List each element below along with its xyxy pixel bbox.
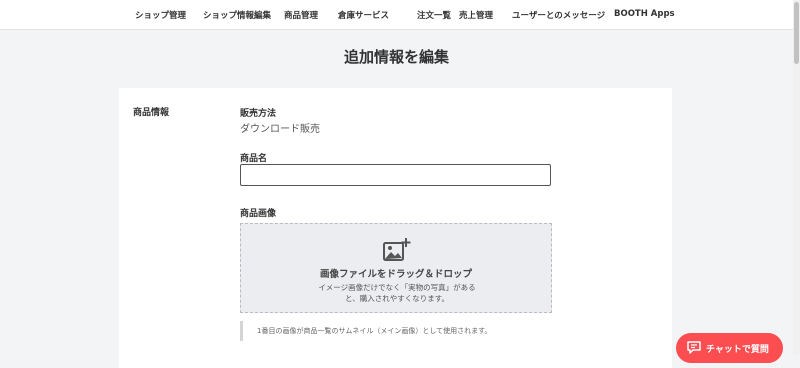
top-navigation: ショップ管理 ショップ情報編集 商品管理 倉庫サービス 注文一覧 売上管理 ユー… <box>0 0 793 30</box>
product-image-label: 商品画像 <box>240 209 277 219</box>
product-name-input[interactable] <box>240 164 551 186</box>
nav-item-order-list[interactable]: 注文一覧 <box>417 9 451 21</box>
dropzone-description: イメージ画像だけでなく「実物の写真」があると、購入されやすくなります。 <box>318 283 476 303</box>
chat-button-label: チャットで質問 <box>706 345 769 355</box>
scrollbar-thumb[interactable] <box>794 2 799 64</box>
nav-item-shop-info-edit[interactable]: ショップ情報編集 <box>203 9 271 21</box>
page-scrollbar[interactable] <box>793 0 800 355</box>
nav-item-booth-apps[interactable]: BOOTH Apps <box>614 9 675 19</box>
thumbnail-note: 1番目の画像が商品一覧のサムネイル（メイン画像）として使用されます。 <box>240 321 552 341</box>
dropzone-title: 画像ファイルをドラッグ＆ドロップ <box>319 269 472 280</box>
chat-bubble-icon <box>687 341 701 354</box>
nav-item-user-messages[interactable]: ユーザーとのメッセージ <box>512 9 605 21</box>
product-name-label: 商品名 <box>240 154 268 164</box>
sales-method-label: 販売方法 <box>240 109 277 119</box>
chat-question-button[interactable]: チャットで質問 <box>676 333 783 363</box>
nav-item-product-management[interactable]: 商品管理 <box>284 9 318 21</box>
nav-item-shop-management[interactable]: ショップ管理 <box>135 9 186 21</box>
sales-method-value: ダウンロード販売 <box>240 124 320 135</box>
image-add-icon <box>383 238 411 261</box>
nav-item-warehouse-service[interactable]: 倉庫サービス <box>338 9 389 21</box>
product-info-card: 商品情報 販売方法 ダウンロード販売 商品名 商品画像 画像ファイルをドラッグ＆… <box>119 88 672 368</box>
page-title: 追加情報を編集 <box>343 48 449 66</box>
section-label-product-info: 商品情報 <box>133 108 170 118</box>
nav-item-sales-management[interactable]: 売上管理 <box>459 9 493 21</box>
image-dropzone[interactable]: 画像ファイルをドラッグ＆ドロップ イメージ画像だけでなく「実物の写真」があると、… <box>240 223 552 313</box>
